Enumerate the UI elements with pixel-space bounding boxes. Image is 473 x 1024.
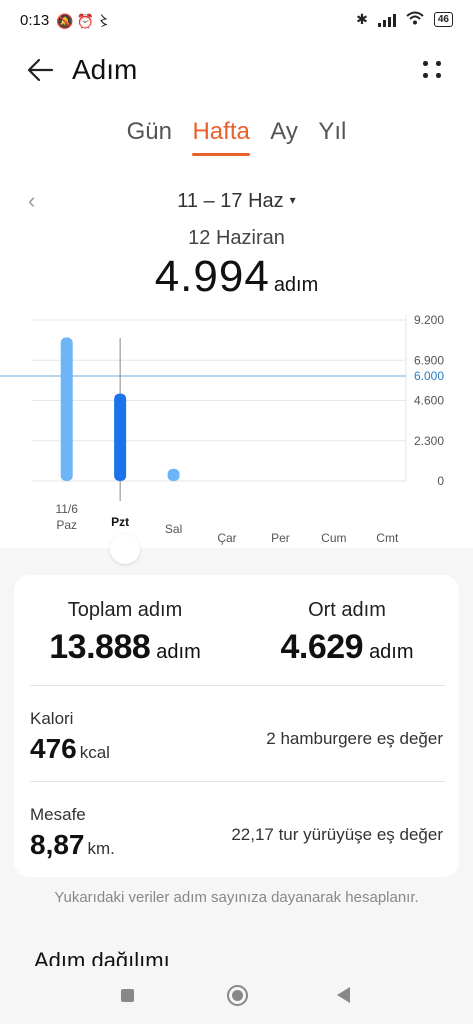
battery-icon: 46 — [433, 12, 453, 27]
bluetooth-icon: ✱ — [356, 11, 368, 27]
x-tick-label: Pzt — [111, 515, 129, 529]
summary-row: Toplam adım 13.888 adım Ort adım 4.629 adı… — [14, 599, 459, 689]
average-steps-unit: adım — [369, 641, 414, 663]
goal-label: 6.000 — [414, 369, 444, 383]
divider — [30, 685, 445, 686]
chart-pointer-handle[interactable] — [110, 534, 140, 564]
total-steps: Toplam adım 13.888 adım — [14, 599, 236, 667]
x-tick-label: Cum — [321, 531, 346, 545]
calories-equivalent: 2 hamburgere eş değer — [266, 729, 443, 748]
calories-row: Kalori 476 kcal 2 hamburgere eş değer — [14, 709, 459, 799]
calories-label: Kalori — [30, 709, 74, 728]
wifi-icon — [406, 11, 424, 28]
home-icon[interactable] — [227, 985, 248, 1006]
distance-equivalent: 22,17 tur yürüyüşe eş değer — [231, 825, 443, 844]
selected-date: 12 Haziran — [188, 227, 285, 249]
tab-day[interactable]: Gün — [127, 118, 172, 156]
arrow-left-icon — [27, 58, 54, 82]
x-tick-label: Çar — [217, 531, 236, 545]
status-time: 0:13 — [20, 12, 50, 29]
date-range: ‹ 11 – 17 Haz ▾ — [0, 186, 473, 216]
mute-icon: 🔕 — [56, 13, 77, 29]
date-range-label: 11 – 17 Haz — [177, 190, 284, 212]
selected-steps: 4.994 — [154, 252, 270, 301]
total-steps-value: 13.888 — [49, 628, 151, 666]
status-right-icons: ✱ 46 — [356, 11, 453, 28]
total-steps-label: Toplam adım — [67, 599, 183, 621]
steps-chart[interactable]: 9.200 6.900 4.600 2.300 0 6.000 Paz 11/6 Pzt Sal Ç… — [0, 305, 473, 550]
signal-icon — [377, 13, 396, 27]
distance-value: 8,87 — [30, 829, 85, 860]
caret-down-icon: ▾ — [289, 193, 296, 207]
average-steps: Ort adım 4.629 adım — [236, 599, 458, 667]
steps-chart-svg: 9.200 6.900 4.600 2.300 0 6.000 Paz 11/6 Pzt Sal Ç… — [0, 313, 444, 545]
distance-label: Mesafe — [30, 805, 86, 824]
back-icon[interactable] — [337, 987, 350, 1003]
y-tick-label: 4.600 — [414, 394, 444, 408]
distance-unit: km. — [87, 839, 115, 858]
divider — [30, 781, 445, 782]
status-bar: 0:13 🔕⏰〻 ✱ 46 — [0, 0, 473, 40]
date-range-selector[interactable]: 11 – 17 Haz ▾ — [0, 190, 473, 213]
average-steps-label: Ort adım — [308, 599, 386, 621]
tab-year[interactable]: Yıl — [318, 118, 346, 156]
x-date-label: 11/6 — [55, 502, 78, 516]
tab-week[interactable]: Hafta — [192, 118, 251, 156]
more-button[interactable] — [421, 58, 445, 82]
system-navbar — [0, 968, 473, 1024]
period-tabs: Gün Hafta Ay Yıl — [0, 118, 473, 162]
app-header: Adım — [0, 42, 473, 98]
calories-unit: kcal — [79, 743, 110, 762]
recent-apps-icon[interactable] — [121, 989, 134, 1002]
bar — [114, 393, 127, 481]
x-tick-label: Cmt — [376, 531, 399, 545]
tab-month[interactable]: Ay — [270, 118, 298, 156]
back-button[interactable] — [24, 52, 60, 88]
bar — [167, 468, 180, 481]
selected-value: 4.994 adım — [0, 252, 473, 302]
data-note: Yukarıdaki veriler adım sayınıza dayanar… — [54, 889, 419, 906]
alarm-icon: ⏰ — [76, 13, 97, 29]
nfc-icon: 〻 — [96, 13, 114, 29]
y-tick-label: 9.200 — [414, 313, 444, 327]
x-tick-label: Paz — [56, 518, 77, 532]
summary-card: Toplam adım 13.888 adım Ort adım 4.629 adı… — [14, 575, 459, 877]
y-tick-label: 2.300 — [414, 434, 444, 448]
page-title: Adım — [72, 54, 138, 85]
y-tick-label: 0 — [437, 474, 444, 488]
distance-row: Mesafe 8,87 km. 22,17 tur yürüyüşe eş değ… — [14, 805, 459, 895]
total-steps-unit: adım — [156, 641, 201, 663]
x-tick-label: Sal — [165, 522, 182, 536]
selected-unit: adım — [273, 274, 319, 296]
calories-value: 476 — [30, 733, 77, 764]
y-tick-label: 6.900 — [414, 353, 444, 367]
average-steps-value: 4.629 — [280, 628, 364, 666]
status-left-icons: 🔕⏰〻 — [56, 11, 114, 31]
bar — [60, 337, 73, 481]
x-tick-label: Per — [271, 531, 290, 545]
